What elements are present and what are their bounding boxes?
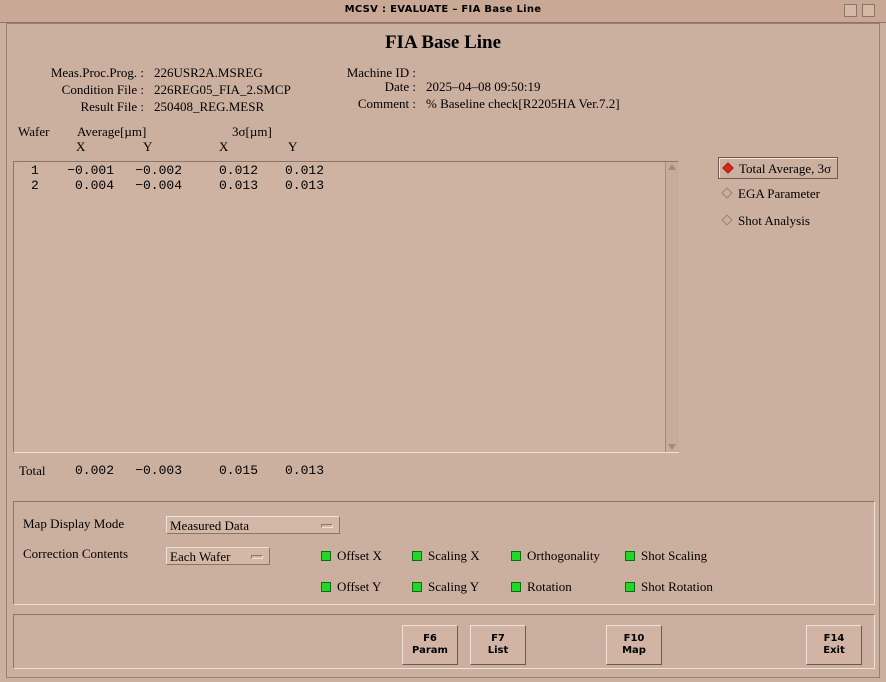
col-header-sig-y: Y [288, 139, 298, 154]
minimize-button[interactable] [844, 4, 857, 17]
radio-total-average[interactable]: Total Average, 3σ [718, 157, 839, 179]
dropdown-indicator-icon [321, 524, 333, 528]
f10-map-button[interactable]: F10 Map [606, 625, 662, 665]
check-rotation[interactable]: Rotation [511, 579, 572, 595]
meas-proc-prog-label: Meas.Proc.Prog. : [50, 65, 144, 80]
led-on-icon [321, 582, 331, 592]
led-on-icon [625, 582, 635, 592]
check-label: Scaling Y [428, 579, 480, 594]
page-title: FIA Base Line [384, 32, 502, 53]
radio-unselected-icon [721, 187, 733, 199]
led-on-icon [412, 582, 422, 592]
col-header-average: Average[µm] [77, 124, 147, 139]
scroll-down-icon[interactable] [668, 444, 676, 450]
fkey-number: F6 [423, 633, 437, 644]
correction-contents-label: Correction Contents [23, 546, 129, 561]
led-on-icon [511, 551, 521, 561]
close-button[interactable] [862, 4, 875, 17]
total-sig-y: 0.013 [284, 463, 324, 478]
fkey-label: Param [412, 645, 448, 656]
result-file-value: 250408_REG.MESR [154, 99, 265, 114]
check-label: Offset Y [337, 579, 382, 594]
col-header-avg-y: Y [143, 139, 153, 154]
comment-value: % Baseline check[R2205HA Ver.7.2] [426, 96, 620, 111]
col-header-wafer: Wafer [18, 124, 50, 139]
radio-label: Shot Analysis [738, 213, 810, 228]
date-label: Date : [384, 79, 416, 94]
radio-label: EGA Parameter [738, 186, 820, 201]
total-sig-x: 0.015 [218, 463, 258, 478]
check-label: Scaling X [428, 548, 480, 563]
radio-selected-icon [722, 162, 734, 174]
cell-avg-y: −0.004 [135, 178, 182, 193]
radio-shot-analysis[interactable]: Shot Analysis [718, 210, 816, 232]
fkey-label: Map [622, 645, 646, 656]
window-titlebar[interactable]: MCSV : EVALUATE – FIA Base Line [0, 0, 886, 23]
cell-sig-y: 0.012 [284, 163, 324, 178]
cell-wafer: 2 [31, 178, 39, 193]
col-header-3sigma: 3σ[µm] [232, 124, 272, 139]
comment-label: Comment : [357, 96, 416, 111]
radio-ega-parameter[interactable]: EGA Parameter [718, 183, 826, 205]
check-label: Shot Rotation [641, 579, 713, 594]
fkey-label: Exit [823, 645, 845, 656]
check-offset-x[interactable]: Offset X [321, 548, 382, 564]
total-avg-y: −0.003 [135, 463, 182, 478]
cell-sig-x: 0.012 [218, 163, 258, 178]
results-list[interactable] [13, 161, 679, 453]
f7-list-button[interactable]: F7 List [470, 625, 526, 665]
map-display-mode-select[interactable]: Measured Data [166, 516, 340, 534]
led-on-icon [321, 551, 331, 561]
fkey-number: F7 [491, 633, 505, 644]
radio-label: Total Average, 3σ [739, 161, 832, 176]
correction-contents-select[interactable]: Each Wafer [166, 547, 270, 565]
check-scaling-x[interactable]: Scaling X [412, 548, 480, 564]
total-avg-x: 0.002 [74, 463, 114, 478]
condition-file-value: 226REG05_FIA_2.SMCP [154, 82, 291, 97]
f6-param-button[interactable]: F6 Param [402, 625, 458, 665]
meas-proc-prog-value: 226USR2A.MSREG [154, 65, 263, 80]
window-title: MCSV : EVALUATE – FIA Base Line [344, 4, 542, 15]
cell-wafer: 1 [31, 163, 39, 178]
check-label: Offset X [337, 548, 382, 563]
date-value: 2025–04–08 09:50:19 [426, 79, 541, 94]
radio-unselected-icon [721, 214, 733, 226]
check-orthogonality[interactable]: Orthogonality [511, 548, 600, 564]
total-label: Total [19, 463, 46, 478]
fkey-number: F14 [823, 633, 845, 644]
check-label: Shot Scaling [641, 548, 708, 563]
led-on-icon [511, 582, 521, 592]
led-on-icon [412, 551, 422, 561]
check-label: Rotation [527, 579, 572, 594]
result-file-label: Result File : [80, 99, 144, 114]
correction-contents-value: Each Wafer [170, 549, 231, 564]
map-display-mode-value: Measured Data [170, 518, 250, 533]
cell-avg-x: 0.004 [74, 178, 114, 193]
col-header-avg-x: X [76, 139, 86, 154]
check-offset-y[interactable]: Offset Y [321, 579, 381, 595]
dropdown-indicator-icon [251, 555, 263, 559]
fkey-label: List [487, 645, 509, 656]
col-header-sig-x: X [219, 139, 229, 154]
cell-avg-y: −0.002 [135, 163, 182, 178]
map-display-mode-label: Map Display Mode [23, 516, 125, 531]
cell-sig-y: 0.013 [284, 178, 324, 193]
check-scaling-y[interactable]: Scaling Y [412, 579, 479, 595]
check-label: Orthogonality [527, 548, 600, 563]
cell-sig-x: 0.013 [218, 178, 258, 193]
cell-avg-x: −0.001 [67, 163, 114, 178]
check-shot-scaling[interactable]: Shot Scaling [625, 548, 707, 564]
results-scrollbar[interactable] [665, 162, 679, 452]
condition-file-label: Condition File : [61, 82, 144, 97]
fkey-number: F10 [623, 633, 645, 644]
scroll-up-icon[interactable] [668, 164, 676, 170]
check-shot-rotation[interactable]: Shot Rotation [625, 579, 713, 595]
led-on-icon [625, 551, 635, 561]
f14-exit-button[interactable]: F14 Exit [806, 625, 862, 665]
